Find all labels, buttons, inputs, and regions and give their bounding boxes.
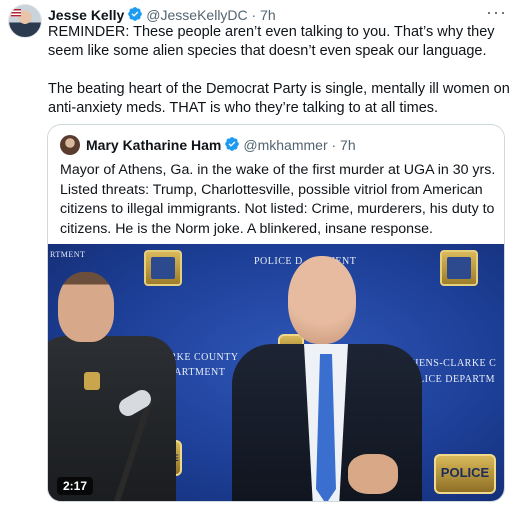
officer-badge-icon bbox=[84, 372, 100, 390]
speaker-hand bbox=[348, 454, 398, 494]
author-handle[interactable]: @JesseKellyDC bbox=[146, 7, 247, 23]
quoted-author-avatar bbox=[60, 135, 80, 155]
quoted-author-handle: @mkhammer bbox=[243, 137, 328, 153]
quoted-author-name: Mary Katharine Ham bbox=[86, 137, 222, 153]
verified-badge-icon bbox=[224, 136, 240, 156]
tweet-time[interactable]: · 7h bbox=[252, 7, 276, 23]
police-badge-icon: POLICE bbox=[434, 454, 496, 494]
quoted-tweet-text: Mayor of Athens, Ga. in the wake of the … bbox=[60, 162, 496, 237]
quoted-tweet-header: Mary Katharine Ham @mkhammer · 7h bbox=[86, 136, 356, 156]
tweet-paragraph-2: The beating heart of the Democrat Party … bbox=[48, 81, 510, 116]
author-name[interactable]: Jesse Kelly bbox=[48, 7, 124, 23]
flag-icon bbox=[11, 9, 21, 17]
county-seal-icon bbox=[440, 250, 478, 286]
video-player[interactable]: RTMENT POLICE D MENT HENS-CLARKE COUNTY … bbox=[48, 244, 504, 501]
author-avatar[interactable] bbox=[8, 4, 42, 38]
backdrop-text: LICE DEPARTM bbox=[418, 374, 495, 385]
more-options-icon[interactable]: ··· bbox=[486, 2, 507, 23]
quoted-tweet-time: · 7h bbox=[331, 137, 356, 153]
county-seal-icon bbox=[144, 250, 182, 286]
quoted-tweet[interactable]: Mary Katharine Ham @mkhammer · 7h Mayor o… bbox=[47, 124, 505, 502]
tweet-paragraph-1: REMINDER: These people aren’t even talki… bbox=[48, 24, 495, 59]
video-duration: 2:17 bbox=[57, 477, 94, 495]
tweet-text: REMINDER: These people aren’t even talki… bbox=[48, 23, 510, 137]
backdrop-text: RTMENT bbox=[50, 250, 86, 259]
officer-head bbox=[58, 272, 114, 342]
backdrop-text: POLICE D bbox=[254, 256, 303, 267]
speaker-head bbox=[288, 256, 356, 344]
